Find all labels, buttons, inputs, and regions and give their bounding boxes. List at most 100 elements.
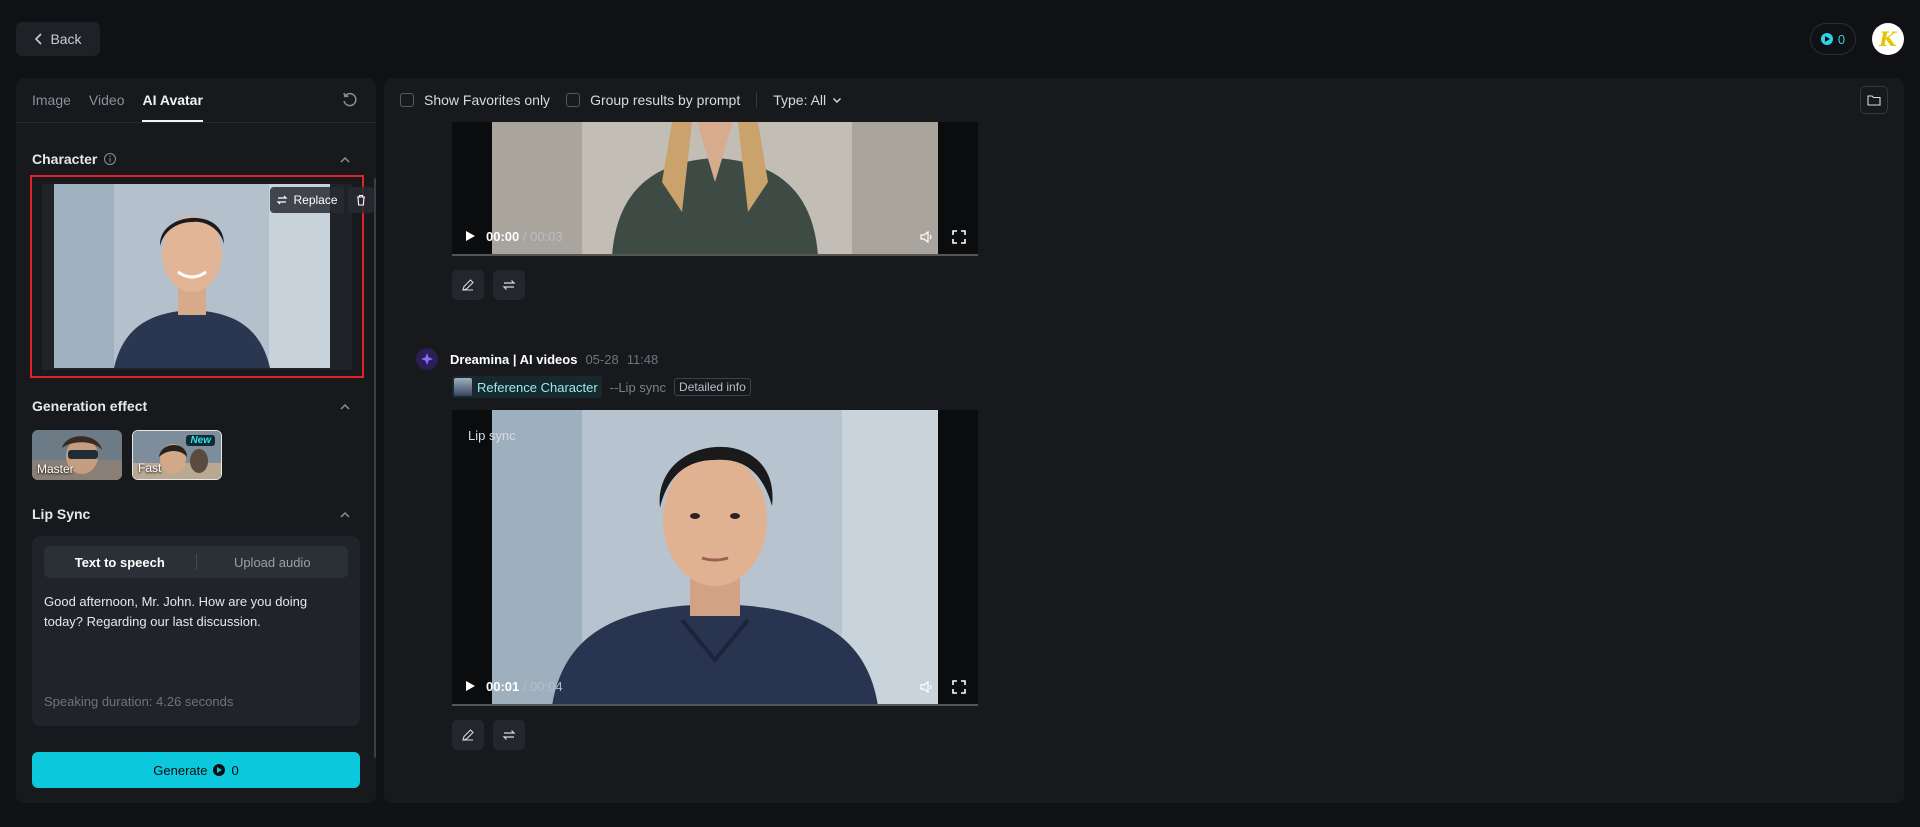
regenerate-button[interactable] — [493, 720, 525, 750]
filter-bar: Show Favorites only Group results by pro… — [384, 78, 1904, 122]
fullscreen-icon[interactable] — [952, 680, 966, 694]
speaking-duration: Speaking duration: 4.26 seconds — [44, 694, 234, 709]
reference-character-chip[interactable]: Reference Character — [452, 376, 602, 398]
credits-count: 0 — [1837, 31, 1846, 47]
video-2-total: / 00:04 — [522, 678, 563, 694]
video-1-right-controls — [920, 230, 966, 244]
generation-time: 11:48 — [626, 351, 659, 367]
video-2-right-controls — [920, 680, 966, 694]
edit-button[interactable] — [452, 720, 484, 750]
generate-button[interactable]: Generate 0 — [32, 752, 360, 788]
play-icon[interactable] — [464, 230, 476, 242]
video-1-total: / 00:03 — [522, 228, 563, 244]
group-filter[interactable]: Group results by prompt — [566, 92, 740, 108]
group-label: Group results by prompt — [590, 92, 741, 108]
lip-sync-overlay-label: Lip sync — [468, 428, 516, 443]
reset-icon[interactable] — [340, 90, 360, 110]
back-label: Back — [50, 31, 82, 47]
generation-effect-header: Generation effect — [32, 398, 147, 414]
favorites-label: Show Favorites only — [424, 92, 551, 108]
new-badge: New — [186, 435, 215, 446]
reference-thumb — [454, 378, 472, 396]
lip-sync-box: Text to speech Upload audio Good afterno… — [32, 536, 360, 726]
effect-master-label: Master — [37, 462, 74, 476]
chevron-down-icon — [833, 98, 842, 103]
credit-coin-icon — [1820, 33, 1833, 45]
generation-name: Dreamina | AI videos — [450, 351, 578, 367]
generation-mode: --Lip sync — [609, 379, 667, 395]
edit-button[interactable] — [452, 270, 484, 300]
favorites-filter[interactable]: Show Favorites only — [400, 92, 550, 108]
video-2-progress[interactable] — [452, 704, 978, 706]
reference-label: Reference Character — [477, 379, 598, 395]
video-2-current: 00:01 — [486, 678, 520, 694]
panel-scrollbar[interactable] — [374, 178, 376, 758]
user-avatar[interactable]: K — [1872, 23, 1904, 55]
avatar-letter: K — [1879, 27, 1897, 51]
character-section-header: Character — [32, 151, 117, 167]
top-bar: Back 0 K — [0, 0, 1920, 78]
chevron-up-icon[interactable] — [338, 400, 352, 414]
chevron-left-icon — [35, 33, 43, 45]
tab-video[interactable]: Video — [89, 78, 125, 122]
video-2-time: 00:01 / 00:04 — [486, 679, 563, 694]
character-highlight: Replace — [30, 175, 374, 378]
lip-sync-header: Lip Sync — [32, 506, 90, 522]
lip-sync-mode-toggle: Text to speech Upload audio — [44, 546, 348, 578]
video-1-controls: 00:00 / 00:03 — [452, 216, 978, 256]
video-player-1[interactable]: 00:00 / 00:03 — [452, 122, 978, 256]
replace-button[interactable]: Replace — [270, 187, 344, 213]
prompt-row: Reference Character --Lip sync Detailed … — [452, 376, 751, 398]
video-2-frame — [492, 410, 938, 706]
chevron-up-icon[interactable] — [338, 153, 352, 167]
dreamina-logo-icon — [416, 348, 438, 370]
folder-button[interactable] — [1860, 86, 1888, 114]
tabs-divider — [16, 122, 376, 123]
back-button[interactable]: Back — [16, 22, 100, 56]
video-2-controls: 00:01 / 00:04 — [452, 666, 978, 706]
fullscreen-icon[interactable] — [952, 230, 966, 244]
generate-cost: 0 — [231, 762, 239, 778]
trash-icon — [357, 194, 365, 206]
text-to-speech-option[interactable]: Text to speech — [44, 546, 196, 578]
video-1-current: 00:00 — [486, 228, 520, 244]
volume-icon[interactable] — [920, 230, 934, 244]
replace-label: Replace — [293, 193, 338, 207]
group-checkbox[interactable] — [566, 93, 581, 107]
detailed-info-button[interactable]: Detailed info — [674, 378, 751, 396]
play-icon[interactable] — [464, 680, 476, 692]
type-dropdown[interactable]: Type: All — [773, 92, 843, 108]
generation-effect-title: Generation effect — [32, 398, 148, 414]
generate-label: Generate — [153, 762, 208, 778]
type-label: Type: All — [773, 92, 827, 108]
credits-badge[interactable]: 0 — [1810, 23, 1856, 55]
results-panel: Show Favorites only Group results by pro… — [384, 78, 1904, 803]
delete-button[interactable] — [348, 187, 374, 213]
speech-text-input[interactable]: Good afternoon, Mr. John. How are you do… — [44, 592, 344, 632]
upload-audio-option[interactable]: Upload audio — [197, 546, 349, 578]
lip-sync-title: Lip Sync — [32, 506, 91, 522]
generation-date: 05-28 — [585, 351, 619, 367]
swap-icon — [502, 730, 516, 740]
favorites-checkbox[interactable] — [400, 93, 414, 107]
mode-tabs: Image Video AI Avatar — [32, 78, 204, 122]
swap-icon — [277, 195, 288, 205]
filter-divider — [756, 92, 758, 108]
tab-image[interactable]: Image — [32, 78, 71, 122]
tab-ai-avatar[interactable]: AI Avatar — [142, 78, 204, 122]
video-player-2[interactable]: Lip sync 00:01 / 00:04 — [452, 410, 978, 706]
swap-icon — [502, 280, 516, 290]
pencil-icon — [462, 279, 474, 291]
effect-fast-card[interactable]: New Fast — [132, 430, 222, 480]
video-2-actions — [452, 720, 525, 750]
effect-fast-label: Fast — [138, 461, 162, 475]
credit-coin-icon — [213, 764, 226, 776]
volume-icon[interactable] — [920, 680, 934, 694]
regenerate-button[interactable] — [493, 270, 525, 300]
chevron-up-icon[interactable] — [338, 508, 352, 522]
effect-master-card[interactable]: Master — [32, 430, 122, 480]
left-panel: Image Video AI Avatar Character Replace … — [16, 78, 376, 803]
pencil-icon — [462, 729, 474, 741]
video-1-progress[interactable] — [452, 254, 978, 256]
info-icon[interactable] — [103, 152, 117, 166]
